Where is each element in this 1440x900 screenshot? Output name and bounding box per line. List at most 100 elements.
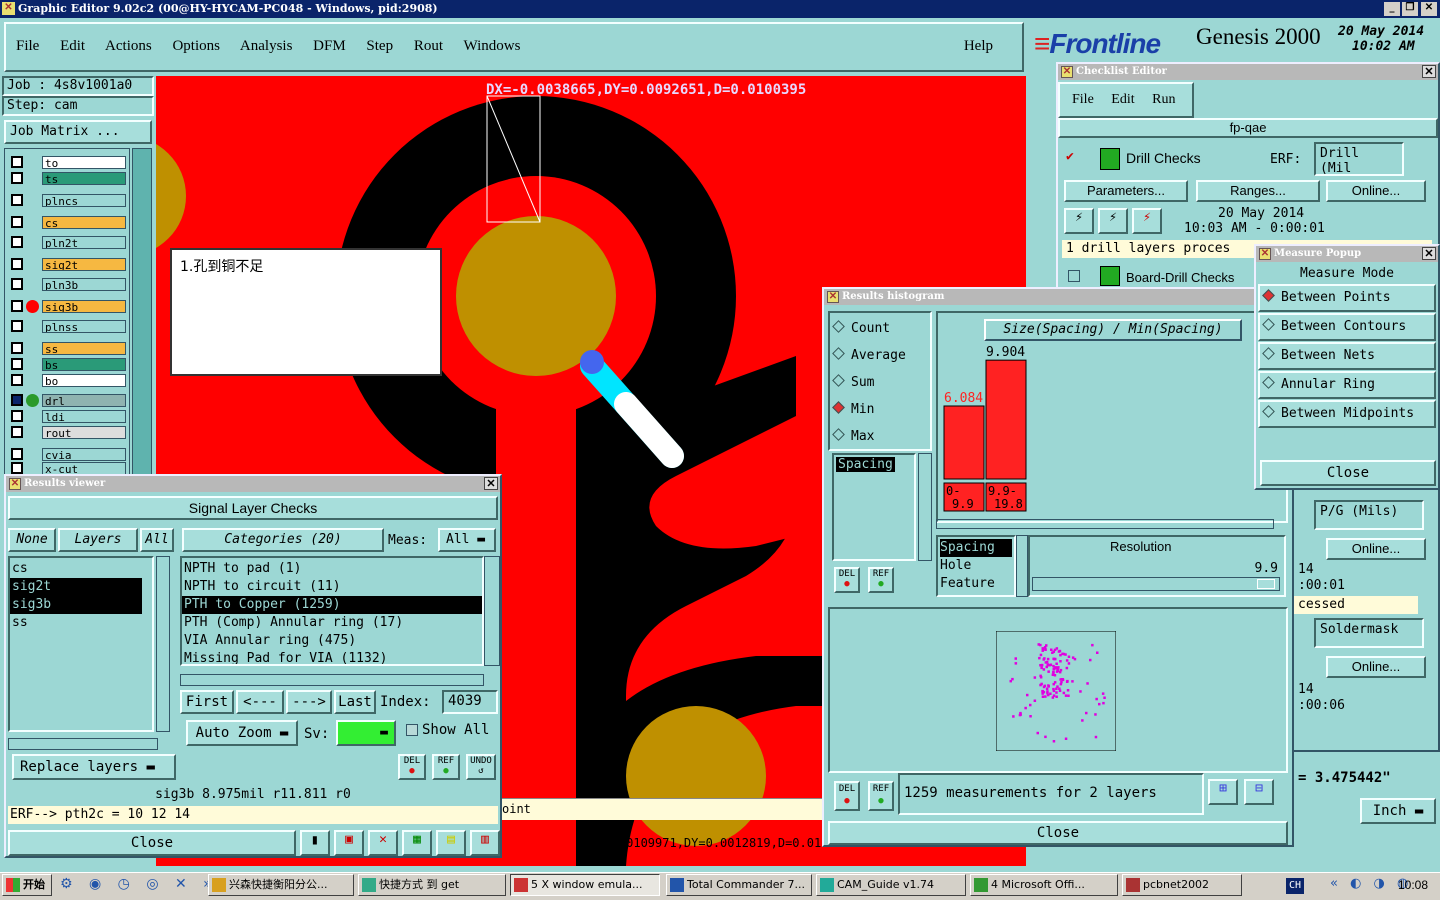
show-all-checkbox[interactable] [406, 724, 418, 736]
measure-option-between-nets[interactable]: Between Nets [1258, 342, 1436, 370]
job-matrix-button[interactable]: Job Matrix ... [4, 120, 152, 144]
layer-ss[interactable]: ss [42, 342, 126, 355]
layer-plncs[interactable]: plncs [42, 194, 126, 207]
erf-input[interactable]: Drill (Mil [1314, 142, 1404, 176]
mode-max[interactable]: Max [830, 427, 930, 449]
histogram-bar[interactable] [985, 359, 1027, 480]
layers-button[interactable]: Layers [58, 528, 138, 552]
resolution-slider[interactable] [1032, 577, 1280, 591]
restore-button[interactable]: ❐ [1402, 2, 1418, 16]
category-hscrollbar[interactable] [180, 674, 484, 686]
layer-to[interactable]: to [42, 156, 126, 169]
online-button-3[interactable]: Online... [1326, 656, 1426, 678]
report-icon[interactable]: ▤ [436, 830, 466, 856]
taskbar-item[interactable]: 快捷方式 到 get [358, 874, 506, 896]
online-button-2[interactable]: Online... [1326, 538, 1426, 560]
taskbar-item[interactable]: CAM_Guide v1.74 [816, 874, 966, 896]
stop-icon[interactable]: ⚡ [1132, 208, 1162, 234]
menu-edit[interactable]: Edit [60, 38, 85, 54]
type-list[interactable]: Spacing Hole Feature [936, 535, 1016, 597]
first-button[interactable]: First [180, 690, 234, 714]
layer-plnss[interactable]: plnss [42, 320, 126, 333]
layer-checkbox[interactable] [11, 448, 23, 460]
layer-cvia[interactable]: cvia [42, 448, 126, 461]
histogram-list-item[interactable]: Spacing [836, 457, 895, 472]
hist-del-button[interactable]: DEL ● [834, 567, 860, 593]
layer-bs[interactable]: bs [42, 358, 126, 371]
type-item[interactable]: Spacing [940, 539, 1012, 557]
layer-pln3b[interactable]: pln3b [42, 278, 126, 291]
resolution-slider-thumb[interactable] [1257, 579, 1275, 589]
zoom-in-icon[interactable]: ⊞ [1208, 779, 1238, 805]
layer-checkbox[interactable] [11, 342, 23, 354]
layer-checkbox[interactable] [11, 462, 23, 474]
type-item[interactable]: Feature [940, 575, 1012, 593]
results-viewer-close-icon[interactable]: ✕ [484, 477, 498, 490]
result-layer-item[interactable]: sig3b [10, 596, 142, 614]
none-button[interactable]: None [8, 528, 56, 552]
category-item[interactable]: VIA Annular ring (475) [182, 632, 482, 650]
layer-result-list[interactable]: cs sig2t sig3b ss [8, 556, 154, 732]
results-viewer-close-button[interactable]: Close [8, 830, 296, 856]
undo-button[interactable]: UNDO ↺ [466, 754, 496, 780]
taskbar-item[interactable]: Total Commander 7... [666, 874, 812, 896]
result-layer-item[interactable]: cs [10, 560, 152, 578]
category-list[interactable]: NPTH to pad (1) NPTH to circuit (11) PTH t… [180, 556, 484, 666]
menu-windows[interactable]: Windows [464, 38, 521, 54]
layer-ldi[interactable]: ldi [42, 410, 126, 423]
index-input[interactable]: 4039 [442, 690, 498, 714]
layer-sig2t[interactable]: sig2t [42, 258, 126, 271]
layer-checkbox[interactable] [11, 374, 23, 386]
type-list-scrollbar[interactable] [1016, 535, 1028, 597]
menu-actions[interactable]: Actions [105, 38, 152, 54]
run-icon[interactable]: ⚡ [1064, 208, 1094, 234]
layer-checkbox[interactable] [11, 172, 23, 184]
taskbar-item[interactable]: 兴森快捷衡阳分公... [208, 874, 354, 896]
parameters-button[interactable]: Parameters... [1064, 180, 1188, 202]
category-item[interactable]: Missing Pad for VIA (1132) [182, 650, 482, 664]
menu-options[interactable]: Options [172, 38, 220, 54]
hist-del-button-2[interactable]: DEL ● [834, 781, 860, 811]
layer-list-scrollbar[interactable] [156, 556, 170, 732]
histogram-list[interactable]: Spacing [832, 453, 916, 561]
taskbar-item[interactable]: pcbnet2002 [1122, 874, 1242, 896]
layer-checkbox[interactable] [11, 426, 23, 438]
replace-layers-dropdown[interactable]: Replace layers ▬ [12, 754, 176, 780]
ime-indicator[interactable]: CH [1286, 878, 1304, 894]
mode-sum[interactable]: Sum [830, 373, 930, 400]
layer-checkbox[interactable] [11, 216, 23, 228]
menu-dfm[interactable]: DFM [313, 38, 346, 54]
minimize-button[interactable]: _ [1384, 2, 1400, 16]
category-item[interactable]: PTH to Copper (1259) [182, 596, 482, 614]
taskbar-item[interactable]: 4 Microsoft Offi... [970, 874, 1118, 896]
step-icon[interactable]: ▦ [402, 830, 432, 856]
ref-delete-icon[interactable]: ✕ [368, 830, 398, 856]
layer-checkbox[interactable] [11, 358, 23, 370]
layer-ts[interactable]: ts [42, 172, 126, 185]
layer-drl[interactable]: drl [42, 394, 126, 407]
start-button[interactable]: 开始 [2, 874, 52, 896]
category-item[interactable]: PTH (Comp) Annular ring (17) [182, 614, 482, 632]
mode-count[interactable]: Count [830, 319, 930, 346]
all-layers-button[interactable]: All [140, 528, 174, 552]
checklist-close-icon[interactable]: ✕ [1422, 65, 1436, 78]
run-all-icon[interactable]: ⚡ [1098, 208, 1128, 234]
prev-button[interactable]: <--- [236, 690, 284, 714]
category-item[interactable]: NPTH to pad (1) [182, 560, 482, 578]
menu-rout[interactable]: Rout [414, 38, 443, 54]
layer-checkbox[interactable] [11, 320, 23, 332]
layer-checkbox[interactable] [11, 156, 23, 168]
next-button[interactable]: ---> [286, 690, 332, 714]
mode-min[interactable]: Min [830, 400, 930, 427]
layer-checkbox[interactable] [11, 278, 23, 290]
result-layer-item[interactable]: sig2t [10, 578, 142, 596]
measure-option-between-points[interactable]: Between Points [1258, 284, 1436, 312]
hist-ref-button-2[interactable]: REF ● [868, 781, 894, 811]
layer-checkbox[interactable] [11, 194, 23, 206]
close-window-button[interactable]: ✕ [1421, 2, 1437, 16]
soldermask-input[interactable]: Soldermask [1314, 618, 1424, 648]
display-mode-icon[interactable]: ▮ [300, 830, 330, 856]
online-button[interactable]: Online... [1326, 180, 1426, 202]
histogram-close-button[interactable]: Close [828, 821, 1288, 845]
result-layer-item[interactable]: ss [10, 614, 152, 632]
